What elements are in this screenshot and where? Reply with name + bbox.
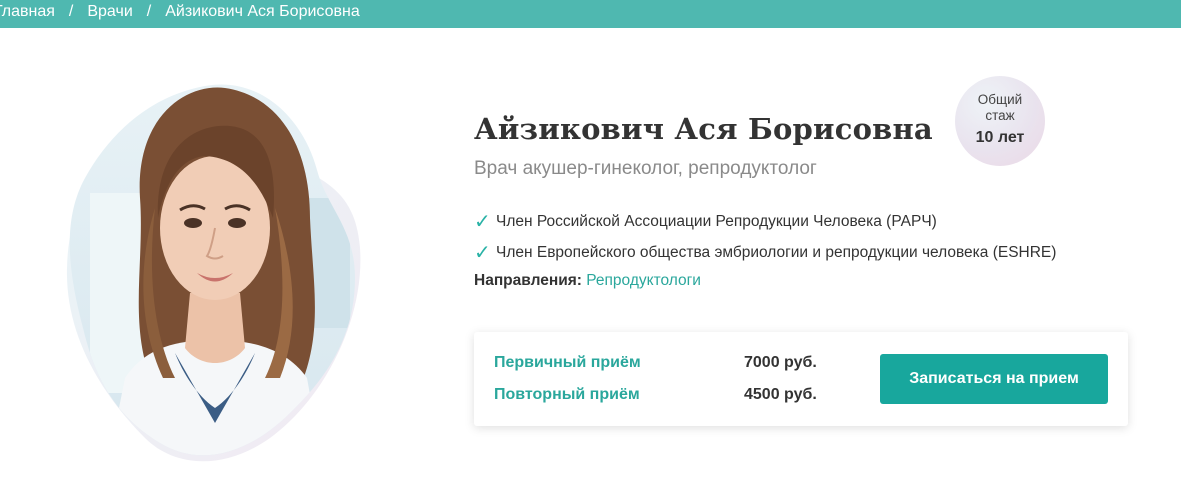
breadcrumb-separator: / xyxy=(146,3,152,20)
price-row-repeat: Повторный приём 4500 руб. xyxy=(494,386,817,404)
check-icon: ✓ xyxy=(474,210,491,233)
price-value: 4500 руб. xyxy=(744,386,817,403)
membership-item: ✓ Член Российской Ассоциации Репродукции … xyxy=(474,206,1174,237)
price-name: Первичный приём xyxy=(494,354,641,371)
price-row-primary: Первичный приём 7000 руб. xyxy=(494,354,817,372)
doctor-portrait-image xyxy=(66,84,361,462)
experience-label-1: Общий xyxy=(977,92,1023,107)
price-value: 7000 руб. xyxy=(744,354,817,371)
breadcrumb-current: Айзикович Ася Борисовна xyxy=(165,3,360,20)
price-name: Повторный приём xyxy=(494,386,640,403)
membership-item: ✓ Член Европейского общества эмбриологии … xyxy=(474,237,1174,268)
breadcrumb: Главная / Врачи / Айзикович Ася Борисовна xyxy=(0,3,360,21)
directions: Направления: Репродуктологи xyxy=(474,272,1174,290)
doctor-specialty: Врач акушер-гинеколог, репродуктолог xyxy=(474,158,817,179)
membership-text: Член Европейского общества эмбриологии и… xyxy=(496,243,1057,261)
doctor-info: Айзикович Ася Борисовна Врач акушер-гине… xyxy=(474,112,1174,290)
breadcrumb-separator: / xyxy=(68,3,74,20)
doctor-photo xyxy=(55,78,375,468)
breadcrumb-doctors[interactable]: Врачи xyxy=(87,3,132,20)
top-bar: Главная / Врачи / Айзикович Ася Борисовна xyxy=(0,0,1181,28)
book-appointment-button[interactable]: Записаться на прием xyxy=(880,354,1108,404)
doctor-name: Айзикович Ася Борисовна xyxy=(474,112,933,146)
price-card: Первичный приём 7000 руб. Повторный приём… xyxy=(474,332,1128,426)
membership-text: Член Российской Ассоциации Репродукции Ч… xyxy=(496,212,937,230)
memberships-list: ✓ Член Российской Ассоциации Репродукции … xyxy=(474,206,1174,268)
breadcrumb-home[interactable]: Главная xyxy=(0,3,55,20)
directions-label: Направления: xyxy=(474,272,582,289)
check-icon: ✓ xyxy=(474,241,491,264)
directions-link[interactable]: Репродуктологи xyxy=(586,272,701,289)
